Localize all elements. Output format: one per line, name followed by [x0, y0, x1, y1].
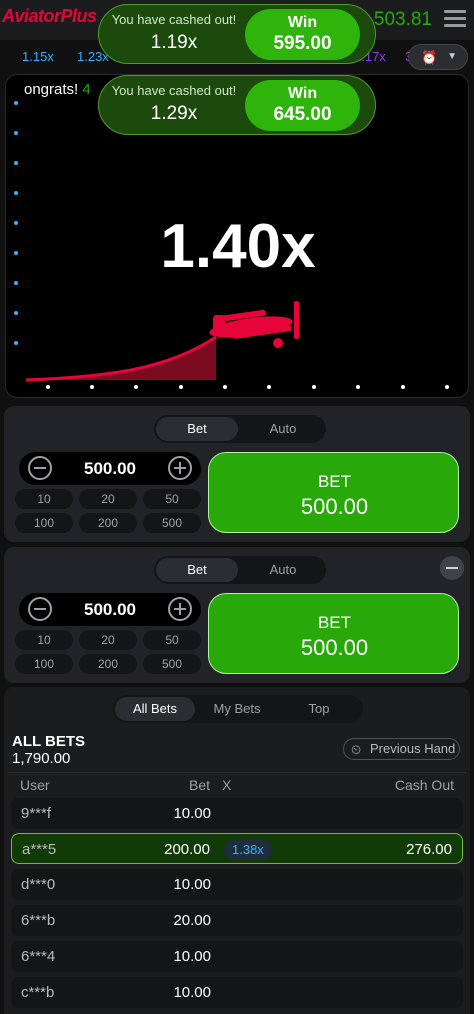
all-bets-total: 1,790.00	[12, 750, 71, 767]
row-bet: 200.00	[164, 841, 210, 858]
clock-icon: ⏲	[351, 742, 362, 757]
quick-amount-chip[interactable]: 100	[15, 513, 73, 533]
tab-auto[interactable]: Auto	[242, 417, 324, 441]
table-row: 9***f 10.00	[11, 798, 463, 829]
table-row: a***5 200.00 1.38x 276.00	[11, 833, 463, 864]
quick-amount-chip[interactable]: 10	[15, 630, 73, 650]
table-row: 6***b 20.00	[11, 905, 463, 936]
table-row: d***0 10.00	[11, 869, 463, 900]
bet-amount-input[interactable]: 500.00	[59, 459, 161, 479]
tab-auto[interactable]: Auto	[242, 558, 324, 582]
win-label: Win	[287, 85, 318, 102]
row-bet: 10.00	[173, 805, 211, 822]
quick-amount-chip[interactable]: 100	[15, 654, 73, 674]
row-user: 9***f	[21, 805, 52, 822]
row-user: a***5	[22, 841, 57, 858]
current-multiplier: 1.40x	[160, 212, 316, 281]
bet-button[interactable]: BET 500.00	[208, 452, 459, 533]
minus-icon[interactable]	[28, 597, 52, 621]
win-amount: 645.00	[273, 104, 332, 125]
win-amount: 595.00	[273, 33, 332, 54]
tab-bet[interactable]: Bet	[156, 417, 238, 441]
cashout-toast[interactable]: You have cashed out! 1.29x Win 645.00	[98, 75, 376, 135]
column-header-x: X	[222, 777, 232, 793]
row-user: 6***b	[21, 912, 56, 929]
plus-icon[interactable]	[168, 597, 192, 621]
row-cashout: 276.00	[406, 841, 452, 858]
tab-my-bets[interactable]: My Bets	[197, 697, 277, 721]
previous-hand-label: Previous Hand	[370, 741, 456, 756]
row-bet: 10.00	[173, 948, 211, 965]
quick-amount-chip[interactable]: 200	[79, 654, 137, 674]
row-multiplier-badge: 1.38x	[224, 840, 272, 860]
history-toggle-button[interactable]: ⏰ ▼	[408, 44, 468, 70]
tab-top[interactable]: Top	[279, 697, 359, 721]
logo: AviatorPlus	[2, 6, 97, 26]
bet-amount-stepper: 500.00	[19, 593, 201, 626]
quick-amount-chip[interactable]: 500	[143, 654, 201, 674]
quick-amount-chip[interactable]: 200	[79, 513, 137, 533]
table-row: c***b 10.00	[11, 977, 463, 1008]
bets-panel: All Bets My Bets Top ALL BETS 1,790.00 ⏲…	[4, 687, 470, 1014]
row-user: 6***4	[21, 948, 56, 965]
bets-tabs: All Bets My Bets Top	[113, 695, 363, 723]
minus-icon[interactable]	[28, 456, 52, 480]
balance: 503.81	[373, 9, 432, 30]
plus-icon[interactable]	[168, 456, 192, 480]
cashout-message: You have cashed out!	[111, 83, 237, 98]
column-header-cashout: Cash Out	[394, 777, 454, 793]
column-header-user: User	[20, 777, 50, 793]
bet-amount-input[interactable]: 500.00	[59, 600, 161, 620]
quick-amount-chip[interactable]: 500	[143, 513, 201, 533]
win-label: Win	[287, 14, 318, 31]
plane-icon	[209, 301, 299, 348]
row-user: d***0	[21, 876, 56, 893]
win-badge: Win 595.00	[245, 9, 360, 60]
header-divider	[8, 772, 466, 773]
remove-panel-button[interactable]	[440, 556, 464, 580]
bet-panel-2: Bet Auto 500.00 10 20 50 100 200 500 BET…	[4, 547, 470, 683]
win-badge: Win 645.00	[245, 80, 360, 131]
row-bet: 10.00	[173, 984, 211, 1001]
bet-mode-tabs: Bet Auto	[154, 556, 326, 584]
bet-panel-1: Bet Auto 500.00 10 20 50 100 200 500 BET…	[4, 406, 470, 542]
congrats-text: ongrats! 4	[24, 81, 91, 98]
chevron-down-icon: ▼	[447, 51, 457, 62]
cashout-multiplier: 1.29x	[150, 103, 198, 124]
row-bet: 20.00	[173, 912, 211, 929]
quick-amount-chip[interactable]: 50	[143, 489, 201, 509]
quick-amount-chip[interactable]: 10	[15, 489, 73, 509]
quick-amount-chip[interactable]: 20	[79, 489, 137, 509]
table-row: 6***4 10.00	[11, 941, 463, 972]
row-user: c***b	[21, 984, 55, 1001]
bet-amount-stepper: 500.00	[19, 452, 201, 485]
row-bet: 10.00	[173, 876, 211, 893]
cashout-message: You have cashed out!	[111, 12, 237, 27]
bet-button-amount: 500.00	[300, 635, 369, 660]
quick-amount-chip[interactable]: 20	[79, 630, 137, 650]
cashout-toast[interactable]: You have cashed out! 1.19x Win 595.00	[98, 4, 376, 64]
tab-bet[interactable]: Bet	[156, 558, 238, 582]
tab-all-bets[interactable]: All Bets	[115, 697, 195, 721]
bet-button-label: BET	[317, 472, 352, 491]
bet-button[interactable]: BET 500.00	[208, 593, 459, 674]
all-bets-title: ALL BETS	[12, 733, 86, 750]
quick-amount-chip[interactable]: 50	[143, 630, 201, 650]
column-header-bet: Bet	[189, 777, 211, 793]
previous-hand-button[interactable]: ⏲ Previous Hand	[343, 738, 460, 760]
clock-icon: ⏰	[421, 50, 438, 65]
bet-button-label: BET	[317, 613, 352, 632]
menu-icon[interactable]	[444, 10, 466, 28]
cashout-multiplier: 1.19x	[150, 32, 198, 53]
history-item[interactable]: 1.15x	[22, 49, 54, 64]
bet-button-amount: 500.00	[300, 494, 369, 519]
bet-mode-tabs: Bet Auto	[154, 415, 326, 443]
